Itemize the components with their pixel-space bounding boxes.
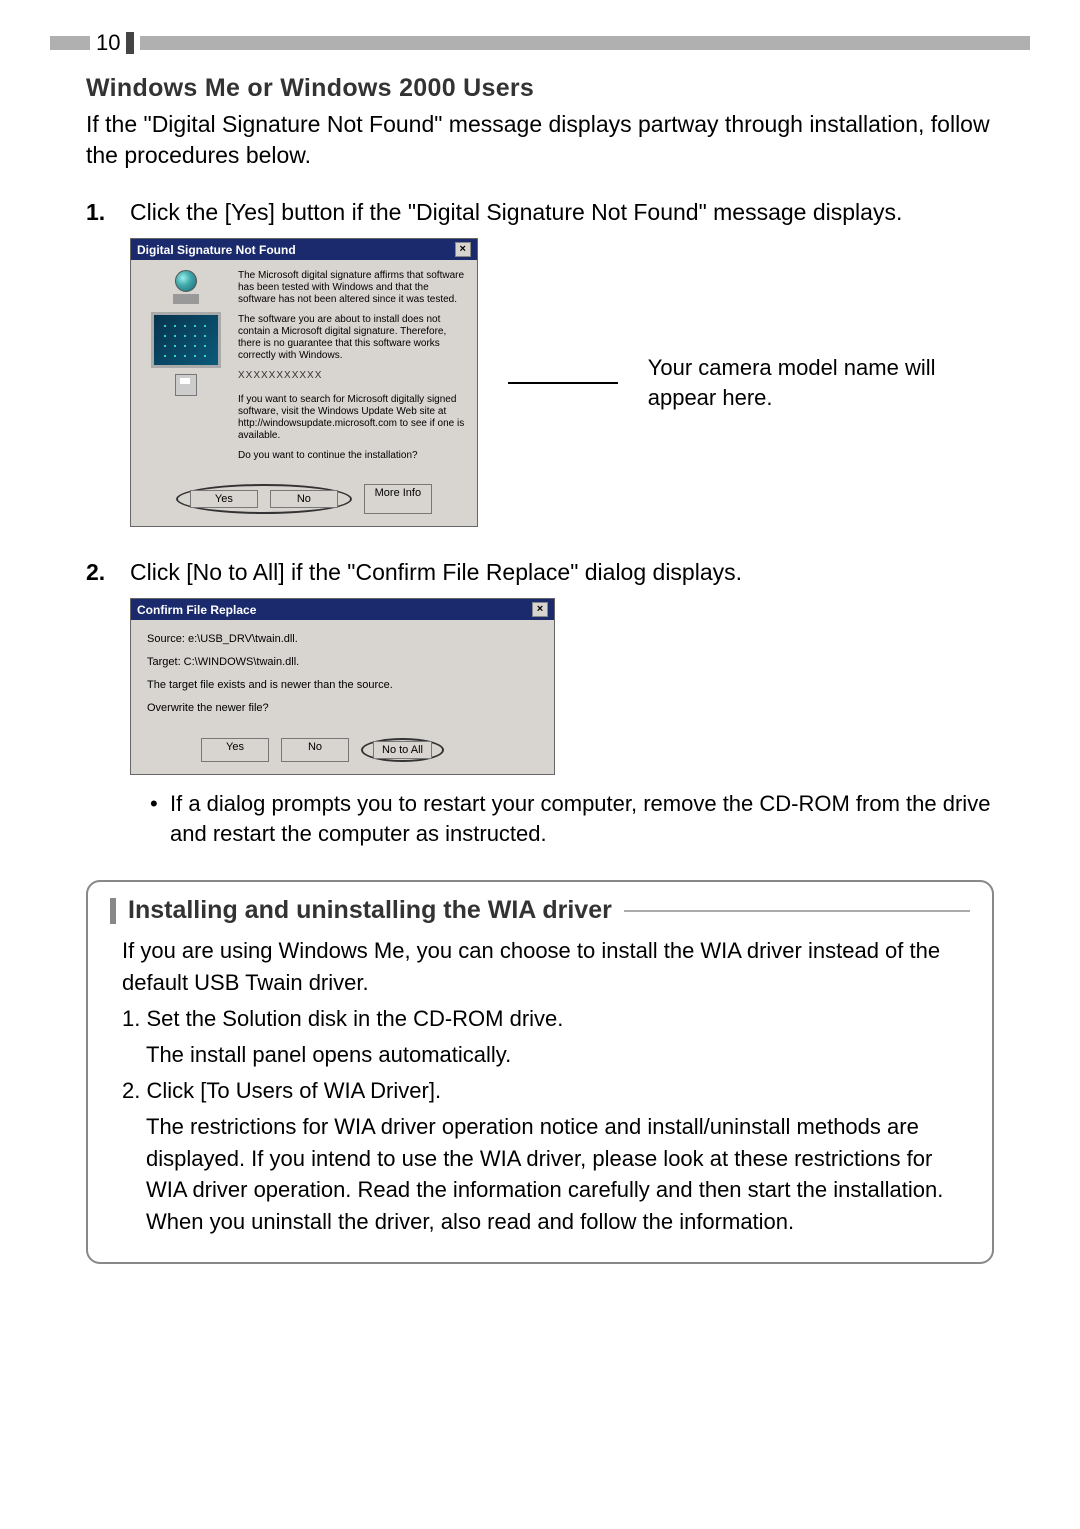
header-bar-right <box>140 36 1030 50</box>
bullet-text: If a dialog prompts you to restart your … <box>170 789 994 851</box>
header-mark <box>126 32 134 54</box>
close-icon[interactable]: × <box>455 242 471 257</box>
no-button[interactable]: No <box>281 738 349 762</box>
info-step1b: The install panel opens automatically. <box>122 1039 970 1071</box>
step-2: 2. Click [No to All] if the "Confirm Fil… <box>86 557 994 588</box>
screenshot-row-1: Digital Signature Not Found × The Micros… <box>130 238 994 527</box>
info-step2: 2. Click [To Users of WIA Driver]. <box>122 1075 970 1107</box>
monitor-icon <box>151 312 221 368</box>
dialog-confirm-file-replace: Confirm File Replace × Source: e:\USB_DR… <box>130 598 555 774</box>
info-title-line <box>624 910 970 912</box>
dialog1-p4: Do you want to continue the installation… <box>238 450 465 462</box>
screenshot-row-2: Confirm File Replace × Source: e:\USB_DR… <box>130 598 994 774</box>
oval-highlight-yes-no: Yes No <box>176 484 352 514</box>
bullet-dot: • <box>150 789 170 851</box>
dialog2-buttons: Yes No No to All <box>131 730 554 774</box>
page-number: 10 <box>96 30 120 56</box>
page-header: 10 <box>50 30 1030 56</box>
dialog1-title: Digital Signature Not Found <box>137 243 296 257</box>
dialog1-text: The Microsoft digital signature affirms … <box>238 270 465 470</box>
yes-button[interactable]: Yes <box>190 490 258 508</box>
dialog2-target: Target: C:\WINDOWS\twain.dll. <box>147 655 538 670</box>
no-to-all-button[interactable]: No to All <box>373 741 432 759</box>
dialog1-body: The Microsoft digital signature affirms … <box>131 260 477 476</box>
dialog1-buttons: Yes No More Info <box>131 476 477 526</box>
callout-line <box>508 382 618 384</box>
dialog2-titlebar: Confirm File Replace × <box>131 599 554 620</box>
dialog-digital-signature: Digital Signature Not Found × The Micros… <box>130 238 478 527</box>
pedestal-icon <box>173 294 199 304</box>
dialog1-p3: If you want to search for Microsoft digi… <box>238 394 465 442</box>
intro-text: If the "Digital Signature Not Found" mes… <box>86 109 994 171</box>
info-box-wia: Installing and uninstalling the WIA driv… <box>86 880 994 1264</box>
dialog2-msg: The target file exists and is newer than… <box>147 678 538 693</box>
info-accent-bar <box>110 898 116 924</box>
yes-button[interactable]: Yes <box>201 738 269 762</box>
section-heading: Windows Me or Windows 2000 Users <box>86 74 994 103</box>
dialog2-source: Source: e:\USB_DRV\twain.dll. <box>147 632 538 647</box>
oval-highlight-notoall: No to All <box>361 738 444 762</box>
dialog1-p1: The Microsoft digital signature affirms … <box>238 270 465 306</box>
callout-text: Your camera model name will appear here. <box>648 353 994 412</box>
info-intro: If you are using Windows Me, you can cho… <box>122 935 970 999</box>
info-title-row: Installing and uninstalling the WIA driv… <box>110 896 970 925</box>
step-1-number: 1. <box>86 197 130 228</box>
step-1: 1. Click the [Yes] button if the "Digita… <box>86 197 994 228</box>
info-step1: 1. Set the Solution disk in the CD-ROM d… <box>122 1003 970 1035</box>
globe-icon <box>175 270 197 292</box>
info-step2b: The restrictions for WIA driver operatio… <box>122 1111 970 1239</box>
dialog2-title: Confirm File Replace <box>137 603 256 617</box>
floppy-icon <box>175 374 197 396</box>
close-icon[interactable]: × <box>532 602 548 617</box>
no-button[interactable]: No <box>270 490 338 508</box>
dialog1-placeholder: XXXXXXXXXXX <box>238 370 465 382</box>
info-body: If you are using Windows Me, you can cho… <box>110 935 970 1238</box>
step-2-text: Click [No to All] if the "Confirm File R… <box>130 557 994 588</box>
more-info-button[interactable]: More Info <box>364 484 432 514</box>
dialog1-icon <box>143 270 228 470</box>
step-2-number: 2. <box>86 557 130 588</box>
bullet-restart: • If a dialog prompts you to restart you… <box>150 789 994 851</box>
dialog1-titlebar: Digital Signature Not Found × <box>131 239 477 260</box>
dialog1-p2: The software you are about to install do… <box>238 314 465 362</box>
header-bar-left <box>50 36 90 50</box>
step-1-text: Click the [Yes] button if the "Digital S… <box>130 197 994 228</box>
page-content: Windows Me or Windows 2000 Users If the … <box>50 74 1030 1264</box>
info-title: Installing and uninstalling the WIA driv… <box>128 896 612 925</box>
dialog2-body: Source: e:\USB_DRV\twain.dll. Target: C:… <box>131 620 554 729</box>
dialog2-q: Overwrite the newer file? <box>147 701 538 716</box>
